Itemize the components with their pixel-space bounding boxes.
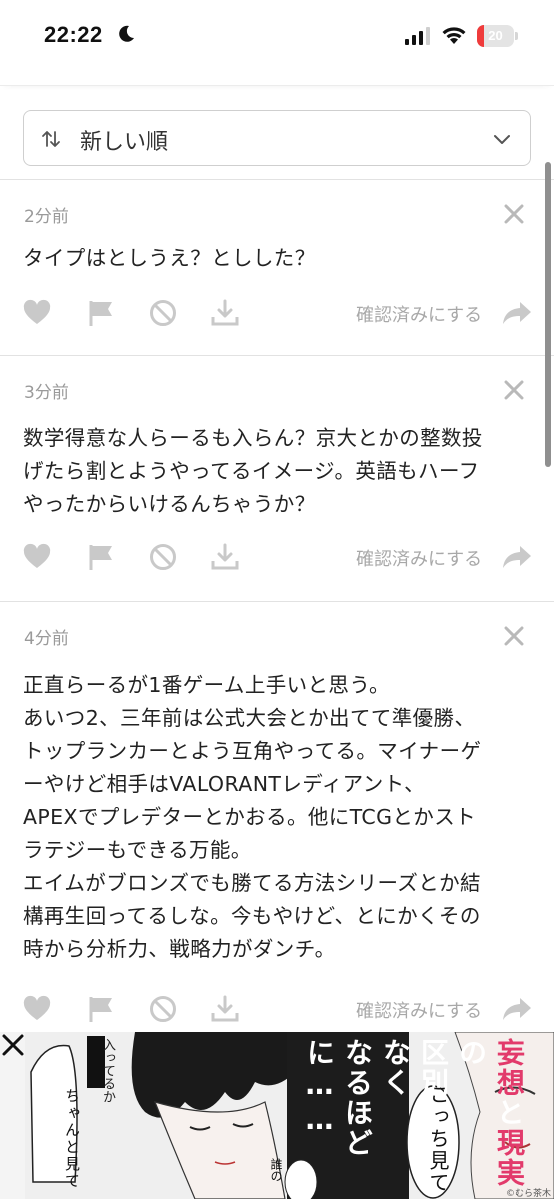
share-arrow-icon[interactable] bbox=[502, 300, 532, 326]
flag-icon[interactable] bbox=[86, 542, 116, 572]
comment-line: 数学得意な人らーるも入らん？京大とかの整数投 bbox=[23, 426, 483, 450]
scrollbar-thumb[interactable] bbox=[545, 162, 551, 467]
status-time: 22:22 bbox=[44, 22, 103, 47]
close-icon[interactable] bbox=[502, 378, 526, 402]
heart-icon[interactable] bbox=[22, 994, 52, 1024]
close-icon[interactable] bbox=[502, 202, 526, 226]
close-icon[interactable] bbox=[502, 624, 526, 648]
battery-indicator: 20 bbox=[477, 25, 519, 47]
comment-line: 構再生回ってるしな。今もやけど、とにかくその bbox=[23, 904, 481, 928]
ad-headline-hl1: 妄想 bbox=[493, 1038, 526, 1098]
comment-text: 正直らーるが1番ゲーム上手いと思う。 あいつ2、三年前は公式大会とか出てて準優勝… bbox=[23, 669, 533, 966]
cellular-signal-icon bbox=[405, 27, 430, 45]
flag-icon[interactable] bbox=[86, 994, 116, 1024]
comment-actions: 確認済みにする bbox=[0, 298, 554, 332]
sort-selected-value: 新しい順 bbox=[80, 130, 169, 155]
ad-headline-line3: なるほどに…… bbox=[303, 1038, 374, 1158]
comment-line: エイムがブロンズでも勝てる方法シリーズとか結 bbox=[23, 871, 481, 895]
comment-line: あいつ2、三年前は公式大会とか出てて準優勝、 bbox=[23, 706, 476, 730]
comment-timestamp: 2分前 bbox=[24, 207, 69, 227]
ad-speech-text: ちゃんと見て bbox=[63, 1088, 81, 1190]
comment-timestamp: 4分前 bbox=[24, 629, 69, 649]
status-bar: 22:22 20 bbox=[0, 0, 554, 70]
mark-confirmed-button[interactable]: 確認済みにする bbox=[356, 997, 482, 1023]
download-icon[interactable] bbox=[210, 298, 240, 328]
heart-icon[interactable] bbox=[22, 542, 52, 572]
ad-banner[interactable]: ちゃんと見て 入ってるか 妄想と現実の 区別がつかなく なるほどに…… こっち見て … bbox=[0, 1032, 554, 1199]
comment-line: やったからいけるんちゃうか？ bbox=[23, 492, 316, 516]
ad-bubble-text: こっち見て bbox=[426, 1084, 450, 1194]
block-icon[interactable] bbox=[148, 994, 178, 1024]
battery-percent: 20 bbox=[488, 28, 503, 43]
comment-line: ーやけど相手はVALORANTレディアント、 bbox=[23, 772, 425, 796]
comment-item: 2分前 タイプはとしうえ？としした？ 確認済みにする bbox=[0, 180, 554, 356]
comment-line: ラテジーもできる万能。 bbox=[23, 838, 252, 862]
comment-line: APEXでプレデターとかおる。他にTCGとかスト bbox=[23, 805, 477, 829]
comment-text: タイプはとしうえ？としした？ bbox=[23, 242, 533, 275]
comment-line: げたら割とようやってるイメージ。英語もハーフ bbox=[23, 459, 480, 483]
wifi-icon bbox=[442, 27, 466, 44]
comment-actions: 確認済みにする bbox=[0, 994, 554, 1028]
ad-bubble-text-2: 誰の bbox=[269, 1158, 283, 1182]
sort-area: 新しい順 bbox=[0, 86, 554, 180]
mark-confirmed-button[interactable]: 確認済みにする bbox=[356, 301, 482, 327]
chevron-down-icon bbox=[494, 135, 510, 144]
comment-line: 正直らーるが1番ゲーム上手いと思う。 bbox=[23, 673, 390, 697]
comment-timestamp: 3分前 bbox=[24, 383, 69, 403]
comment-item: 3分前 数学得意な人らーるも入らん？京大とかの整数投 げたら割とようやってるイメ… bbox=[0, 356, 554, 602]
flag-icon[interactable] bbox=[86, 298, 116, 328]
sort-arrows-icon bbox=[42, 131, 60, 147]
ad-speech-text-2: 入ってるか bbox=[100, 1038, 115, 1103]
share-arrow-icon[interactable] bbox=[502, 544, 532, 570]
ad-headline-mid: と bbox=[493, 1098, 526, 1128]
block-icon[interactable] bbox=[148, 542, 178, 572]
mark-confirmed-button[interactable]: 確認済みにする bbox=[356, 545, 482, 571]
download-icon[interactable] bbox=[210, 542, 240, 572]
comment-line: トップランカーとよう互角やってる。マイナーゲ bbox=[23, 739, 482, 763]
share-arrow-icon[interactable] bbox=[502, 996, 532, 1022]
header-shadow bbox=[0, 68, 554, 86]
comment-line: タイプはとしうえ？としした？ bbox=[23, 246, 316, 270]
comment-text: 数学得意な人らーるも入らん？京大とかの整数投 げたら割とようやってるイメージ。英… bbox=[23, 422, 533, 521]
download-icon[interactable] bbox=[210, 994, 240, 1024]
moon-icon bbox=[119, 25, 134, 42]
ad-headline-hl2: 現実 bbox=[493, 1128, 526, 1188]
comment-item: 4分前 正直らーるが1番ゲーム上手いと思う。 あいつ2、三年前は公式大会とか出て… bbox=[0, 602, 554, 1042]
heart-icon[interactable] bbox=[22, 298, 52, 328]
ad-headline-end: の bbox=[455, 1038, 488, 1068]
block-icon[interactable] bbox=[148, 298, 178, 328]
ad-headline: 妄想と現実の 区別がつかなく なるほどに…… bbox=[300, 1038, 528, 1199]
close-icon[interactable] bbox=[0, 1032, 26, 1058]
comment-actions: 確認済みにする bbox=[0, 542, 554, 576]
ad-credit: ©むら茶木屋 bbox=[506, 1189, 552, 1199]
comment-line: 時から分析力、戦略力がダンチ。 bbox=[23, 937, 336, 961]
sort-dropdown[interactable]: 新しい順 bbox=[23, 110, 531, 166]
